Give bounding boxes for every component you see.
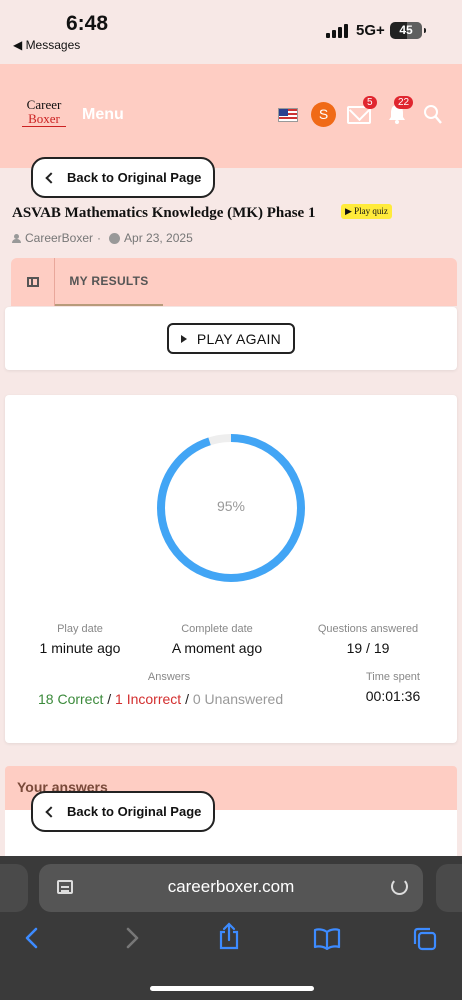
questions-answered-stat: Questions answered 19 / 19 [303,623,433,656]
unanswered-count: 0 Unanswered [192,691,284,707]
correct-count: 18 Correct [38,691,104,707]
play-quiz-badge[interactable]: ▶ Play quiz [341,204,392,219]
back-to-original-label: Back to Original Page [67,804,202,819]
score-percent: 95% [216,498,246,514]
answers-label: Answers [147,671,191,683]
quiz-tabs: MY RESULTS [11,258,457,306]
notification-badge: 22 [394,96,414,109]
search-icon[interactable] [423,104,443,126]
incorrect-count: 1 Incorrect [115,691,182,707]
avatar[interactable]: S [311,102,336,127]
url-text[interactable]: careerboxer.com [39,877,423,897]
tabs-icon[interactable] [412,926,438,952]
next-tab-peek[interactable] [436,864,462,912]
page-title: ASVAB Mathematics Knowledge (MK) Phase 1 [12,205,316,221]
play-again-card: PLAY AGAIN [5,307,457,370]
mail-icon[interactable]: 5 [347,96,377,124]
tab-my-results[interactable]: MY RESULTS [55,258,163,306]
back-to-original-button[interactable]: Back to Original Page [31,157,216,198]
logo-line2: Boxer [22,112,66,127]
complete-date-value: A moment ago [171,640,263,656]
browser-toolbar: careerboxer.com [0,856,462,1000]
clock-icon [109,232,121,244]
play-date-label: Play date [57,623,103,635]
complete-date-stat: Complete date A moment ago [162,623,272,656]
bell-icon[interactable]: 22 [388,96,414,124]
chevron-left-icon [45,805,57,818]
back-to-messages-link[interactable]: ◀ Messages [13,38,80,52]
answers-slash-2: / [185,691,189,707]
forward-arrow-icon[interactable] [122,926,142,950]
chevron-left-icon [45,171,57,184]
meta-separator: · [97,231,102,245]
questions-answered-value: 19 / 19 [346,640,390,656]
author-name[interactable]: CareerBoxer [25,231,93,245]
answers-label-wrap: Answers [139,671,199,683]
share-icon[interactable] [217,922,241,950]
mail-badge: 5 [363,96,377,109]
time-spent-label: Time spent [365,671,420,683]
back-to-original-label: Back to Original Page [67,170,202,185]
battery-icon: 45 [390,22,426,39]
home-indicator [150,986,314,991]
play-date-value: 1 minute ago [39,640,121,656]
answers-breakdown: 18 Correct / 1 Incorrect / 0 Unanswered [38,691,283,707]
battery-level: 45 [399,23,413,37]
play-again-label: PLAY AGAIN [196,330,282,347]
site-logo[interactable]: Career Boxer [22,98,66,127]
questions-answered-label: Questions answered [317,623,419,635]
network-type: 5G+ [356,22,385,39]
menu-button[interactable]: Menu [82,106,124,124]
play-again-button[interactable]: PLAY AGAIN [167,323,295,354]
bookmarks-icon[interactable] [313,928,341,950]
article-meta: CareerBoxer · Apr 23, 2025 [12,231,193,245]
answers-slash-1: / [107,691,112,707]
signal-icon [326,24,348,38]
time-spent-stat: Time spent 00:01:36 [357,671,429,704]
previous-tab-peek[interactable] [0,864,28,912]
back-arrow-icon[interactable] [22,926,42,950]
us-flag-icon[interactable] [278,108,298,122]
logo-line1: Career [26,97,62,112]
results-card: 95% Play date 1 minute ago Complete date… [5,395,457,743]
author-icon [12,233,21,243]
clock-time: 6:48 [66,12,109,35]
back-to-original-button-floating[interactable]: Back to Original Page [31,791,216,832]
publish-date: Apr 23, 2025 [124,231,193,245]
site-header: Career Boxer Menu S 5 22 [0,64,462,168]
play-date-stat: Play date 1 minute ago [33,623,127,656]
time-spent-value: 00:01:36 [365,688,421,704]
complete-date-label: Complete date [181,623,253,635]
status-bar: 6:48 ◀ Messages 5G+ 45 [0,0,462,64]
address-bar[interactable]: careerboxer.com [39,864,423,912]
play-icon [180,334,187,343]
reload-icon[interactable] [391,878,408,895]
quiz-info-tab-icon[interactable] [27,277,39,287]
